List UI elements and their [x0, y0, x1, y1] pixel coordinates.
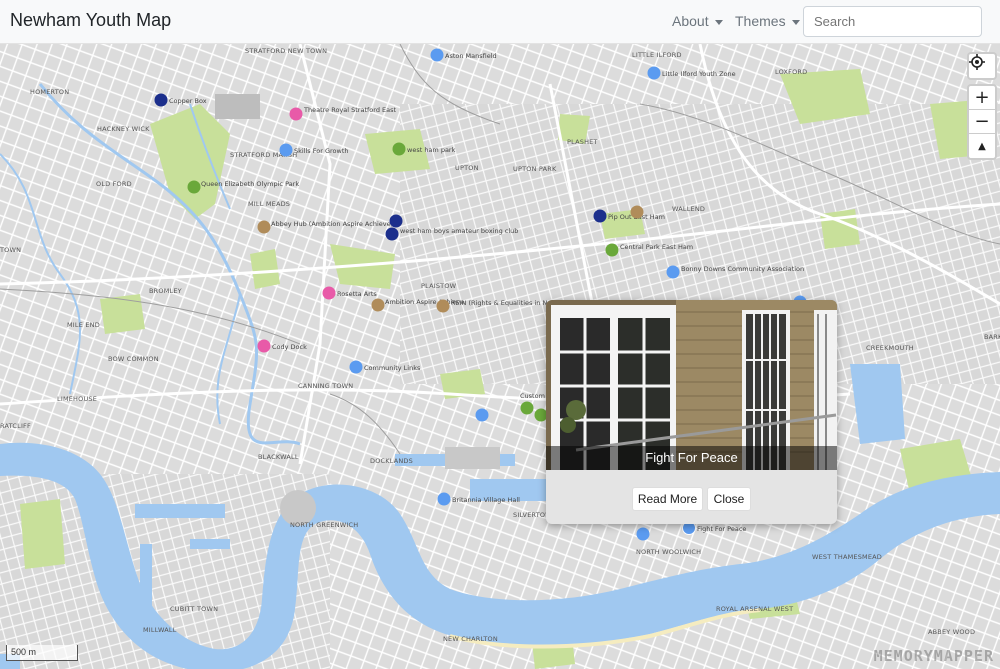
- place-label: Aston Mansfield: [445, 52, 497, 60]
- place-label: Little Ilford Youth Zone: [662, 70, 736, 78]
- area-label: HOMERTON: [30, 88, 69, 96]
- area-label: DOCKLANDS: [370, 457, 413, 465]
- marker[interactable]: [279, 143, 293, 157]
- popup-title: Fight For Peace: [546, 446, 837, 470]
- marker[interactable]: [154, 93, 168, 107]
- place-label: Theatre Royal Stratford East: [303, 106, 396, 114]
- navbar: Newham Youth Map About Themes: [0, 0, 1000, 44]
- place-label: Skills For Growth: [294, 147, 349, 155]
- area-label: WALLEND: [672, 205, 705, 213]
- close-button[interactable]: Close: [707, 487, 751, 511]
- area-label: BLACKWALL: [258, 453, 299, 461]
- place-label: Copper Box: [169, 97, 207, 105]
- area-label: CREEKMOUTH: [866, 344, 914, 352]
- marker[interactable]: [475, 408, 489, 422]
- place-photo: [546, 300, 837, 470]
- marker[interactable]: [389, 214, 403, 228]
- marker[interactable]: [349, 360, 363, 374]
- place-label: Fight For Peace: [697, 525, 746, 533]
- place-label: Cody Dock: [272, 343, 307, 351]
- area-label: OLD FORD: [96, 180, 132, 188]
- marker[interactable]: [257, 339, 271, 353]
- marker[interactable]: [430, 48, 444, 62]
- area-label: TOWN: [0, 246, 21, 254]
- chevron-down-icon: [791, 19, 800, 25]
- chevron-down-icon: [714, 19, 723, 25]
- zoom-control: + − ▲: [967, 84, 997, 160]
- marker[interactable]: [647, 66, 661, 80]
- about-label: About: [672, 13, 709, 29]
- marker[interactable]: [385, 227, 399, 241]
- search-input[interactable]: [803, 6, 982, 37]
- place-label: Central Park East Ham: [620, 243, 693, 251]
- marker[interactable]: [437, 492, 451, 506]
- area-label: MILLWALL: [143, 626, 177, 634]
- marker[interactable]: [289, 107, 303, 121]
- map-canvas[interactable]: STRATFORD NEW TOWN HOMERTON HACKNEY WICK…: [0, 44, 1000, 669]
- zoom-out-button[interactable]: −: [969, 110, 995, 134]
- area-label: ABBEY WOOD: [928, 628, 975, 636]
- marker[interactable]: [392, 142, 406, 156]
- scale-bar: 500 m: [6, 645, 78, 661]
- place-label: west ham boys amateur boxing club: [400, 227, 518, 235]
- marker[interactable]: [187, 180, 201, 194]
- marker[interactable]: [436, 299, 450, 313]
- area-label: RATCLIFF: [0, 422, 31, 430]
- place-label: Abbey Hub (Ambition Aspire Achieve): [271, 220, 393, 228]
- basemap: STRATFORD NEW TOWN HOMERTON HACKNEY WICK…: [0, 44, 1000, 669]
- marker[interactable]: [636, 527, 650, 541]
- place-label: Bonny Downs Community Association: [681, 265, 804, 273]
- area-label: BARKING RIVERSIDE: [984, 333, 1000, 341]
- locate-control: [967, 52, 997, 80]
- zoom-in-button[interactable]: +: [969, 86, 995, 110]
- area-label: CUBITT TOWN: [170, 605, 218, 613]
- marker[interactable]: [630, 205, 644, 219]
- area-label: LITTLE ILFORD: [632, 51, 682, 59]
- area-label: MILE END: [67, 321, 100, 329]
- area-label: UPTON PARK: [513, 165, 557, 173]
- area-label: PLAISTOW: [421, 282, 457, 290]
- area-label: MILL MEADS: [248, 200, 290, 208]
- place-label: Britannia Village Hall: [452, 496, 520, 504]
- place-popup: Fight For Peace Read More Close: [546, 300, 837, 524]
- place-label: Rosetta Arts: [337, 290, 377, 298]
- area-label: LOXFORD: [775, 68, 807, 76]
- marker[interactable]: [605, 243, 619, 257]
- area-label: WEST THAMESMEAD: [812, 553, 882, 561]
- area-label: HACKNEY WICK: [97, 125, 150, 133]
- locate-icon[interactable]: [969, 54, 995, 78]
- area-label: BOW COMMON: [108, 355, 159, 363]
- place-label: Community Links: [364, 364, 421, 372]
- area-label: CANNING TOWN: [298, 382, 353, 390]
- marker[interactable]: [257, 220, 271, 234]
- read-more-button[interactable]: Read More: [632, 487, 703, 511]
- marker[interactable]: [666, 265, 680, 279]
- area-label: NEW CHARLTON: [443, 635, 498, 643]
- site-title[interactable]: Newham Youth Map: [10, 10, 171, 31]
- area-label: PLASHET: [567, 138, 598, 146]
- marker[interactable]: [520, 401, 534, 415]
- marker[interactable]: [371, 298, 385, 312]
- themes-label: Themes: [735, 13, 786, 29]
- area-label: NORTH GREENWICH: [290, 521, 358, 529]
- area-label: ROYAL ARSENAL WEST: [716, 605, 793, 613]
- themes-menu[interactable]: Themes: [735, 13, 800, 29]
- place-label: west ham park: [407, 146, 456, 154]
- area-label: LIMEHOUSE: [57, 395, 97, 403]
- compass-button[interactable]: ▲: [969, 134, 995, 158]
- memorymapper-logo: MEMORYMAPPER: [873, 647, 994, 665]
- area-label: UPTON: [455, 164, 479, 172]
- area-label: NORTH WOOLWICH: [636, 548, 701, 556]
- area-label: STRATFORD NEW TOWN: [245, 47, 327, 55]
- place-label: Queen Elizabeth Olympic Park: [201, 180, 299, 188]
- marker[interactable]: [322, 286, 336, 300]
- about-menu[interactable]: About: [672, 13, 723, 29]
- area-label: BROMLEY: [149, 287, 182, 295]
- marker[interactable]: [593, 209, 607, 223]
